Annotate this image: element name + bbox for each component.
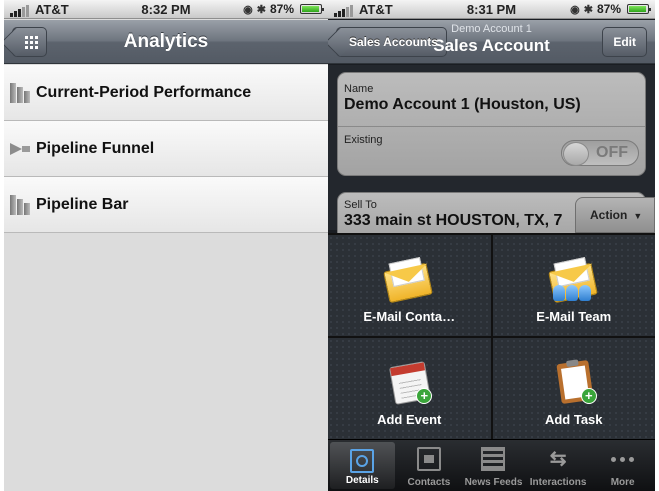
existing-toggle[interactable]: OFF xyxy=(561,140,639,166)
action-label: Add Event xyxy=(377,412,442,427)
action-label: Add Task xyxy=(544,412,603,427)
analytics-screen: AT&T 8:32 PM ◉ ✱ 87% Analytics Current-P… xyxy=(4,0,328,491)
tab-label: More xyxy=(610,477,635,488)
account-card: Name Demo Account 1 (Houston, US) Existi… xyxy=(337,72,646,176)
email-team-action[interactable]: E-Mail Team xyxy=(492,235,655,336)
tab-more[interactable]: More xyxy=(590,440,655,491)
edit-button[interactable]: Edit xyxy=(602,27,647,57)
battery-icon xyxy=(300,4,324,14)
battery-percent: 87% xyxy=(269,2,294,16)
status-bar: AT&T 8:32 PM ◉ ✱ 87% xyxy=(4,0,328,19)
email-team-icon xyxy=(547,257,598,304)
grid-icon xyxy=(25,35,38,49)
nav-bar: Analytics xyxy=(4,20,328,64)
action-button[interactable]: Action ▼ xyxy=(575,197,655,233)
list-item-label: Pipeline Funnel xyxy=(36,139,155,157)
add-task-action[interactable]: + Add Task xyxy=(492,338,655,439)
tab-details[interactable]: Details xyxy=(330,442,395,489)
sales-account-screen: AT&T 8:31 PM ◉ ✱ 87% Sales Accounts Demo… xyxy=(328,0,655,491)
tab-label: News Feeds xyxy=(464,477,523,488)
battery-percent: 87% xyxy=(596,2,621,16)
list-item-label: Pipeline Bar xyxy=(36,195,129,213)
tab-news-feeds[interactable]: News Feeds xyxy=(461,440,526,491)
interactions-icon: ⇆ xyxy=(549,448,567,470)
lock-rotation-icon: ◉ xyxy=(570,3,580,16)
tab-label: Interactions xyxy=(529,477,587,488)
details-icon xyxy=(350,449,375,473)
name-label: Name xyxy=(344,83,374,95)
quick-actions-grid: E-Mail Conta… E-Mail Team + Add Event + … xyxy=(328,233,655,439)
lock-rotation-icon: ◉ xyxy=(243,3,253,16)
page-title: Analytics xyxy=(123,31,209,52)
battery-icon xyxy=(627,4,651,14)
list-item-pipeline-bar[interactable]: Pipeline Bar xyxy=(4,177,328,233)
add-task-icon: + xyxy=(551,359,597,405)
contacts-icon xyxy=(416,447,441,471)
name-value: Demo Account 1 (Houston, US) xyxy=(344,96,581,113)
list-item-label: Current-Period Performance xyxy=(36,83,252,101)
list-item-current-period-performance[interactable]: Current-Period Performance xyxy=(4,65,328,121)
action-label: E-Mail Conta… xyxy=(363,309,456,324)
tab-bar: Details Contacts News Feeds ⇆ Interactio… xyxy=(328,439,655,491)
tab-interactions[interactable]: ⇆ Interactions xyxy=(526,440,591,491)
funnel-icon xyxy=(10,141,32,157)
status-bar: AT&T 8:31 PM ◉ ✱ 87% xyxy=(328,0,655,19)
tab-contacts[interactable]: Contacts xyxy=(397,440,462,491)
bluetooth-icon: ✱ xyxy=(583,3,593,16)
back-button-label: Sales Accounts xyxy=(349,35,438,49)
tab-label: Contacts xyxy=(407,477,451,488)
action-label: E-Mail Team xyxy=(536,309,612,324)
analytics-list: Current-Period Performance Pipeline Funn… xyxy=(4,65,328,233)
tab-label: Details xyxy=(345,475,379,486)
action-label: Action xyxy=(590,208,628,222)
bar-chart-icon xyxy=(10,194,32,215)
list-item-pipeline-funnel[interactable]: Pipeline Funnel xyxy=(4,121,328,177)
name-field[interactable]: Name Demo Account 1 (Houston, US) xyxy=(338,77,645,127)
existing-field: Existing OFF xyxy=(338,128,645,176)
caret-down-icon: ▼ xyxy=(633,211,643,221)
more-icon xyxy=(611,447,635,471)
add-event-action[interactable]: + Add Event xyxy=(328,338,491,439)
email-contact-icon xyxy=(383,257,434,304)
add-event-icon: + xyxy=(386,360,433,405)
nav-bar: Sales Accounts Demo Account 1 Sales Acco… xyxy=(328,20,655,64)
email-contacts-action[interactable]: E-Mail Conta… xyxy=(328,235,491,336)
news-feeds-icon xyxy=(481,447,506,471)
bar-chart-icon xyxy=(10,82,32,103)
bluetooth-icon: ✱ xyxy=(256,3,266,16)
